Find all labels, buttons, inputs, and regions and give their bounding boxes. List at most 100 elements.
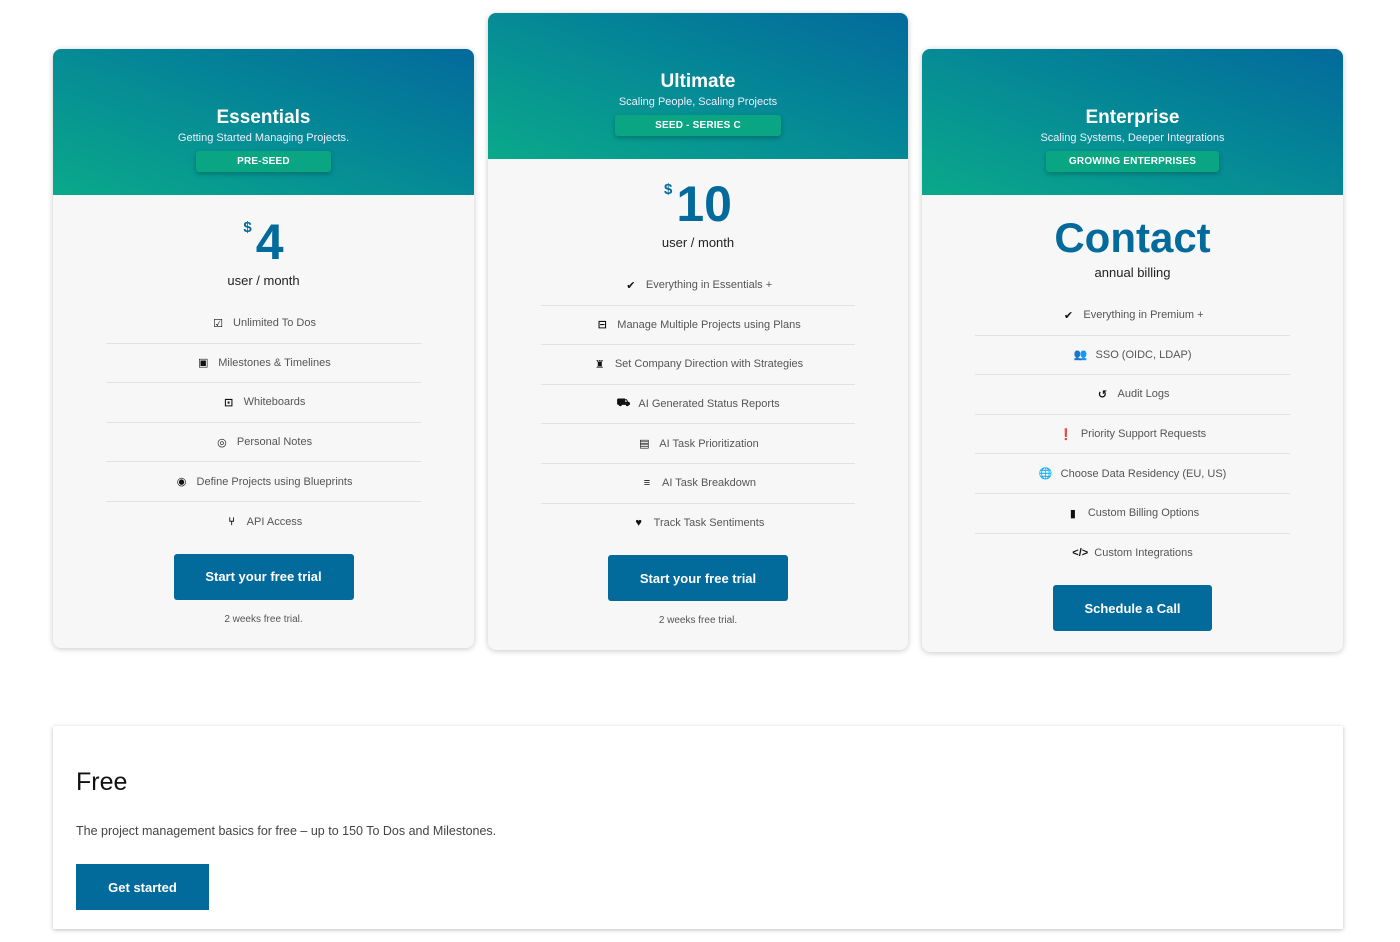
feature-label: Choose Data Residency (EU, US) [1060, 467, 1227, 480]
plan-card-enterprise: Enterprise Scaling Systems, Deeper Integ… [922, 49, 1343, 652]
feature-item: ▮ Custom Billing Options [975, 494, 1290, 534]
feature-label: API Access [246, 515, 303, 528]
feature-label: Track Task Sentiments [653, 517, 765, 530]
feature-label: Whiteboards [243, 396, 306, 409]
chess-icon: ♜ [594, 358, 605, 371]
feature-list: ☑ Unlimited To Dos ▣ Milestones & Timelines… [106, 304, 421, 542]
free-plan-title: Free [76, 768, 128, 796]
feature-label: Audit Logs [1117, 388, 1170, 401]
price-currency: $ [664, 181, 673, 198]
exclamation-circle-icon: ❗ [1058, 428, 1073, 441]
feature-item: ♜ Set Company Direction with Strategies [541, 345, 855, 385]
plan-header: Ultimate Scaling People, Scaling Project… [488, 13, 908, 159]
trial-note: 2 weeks free trial. [658, 615, 738, 627]
code-icon: </> [1072, 547, 1089, 560]
free-plan-description: The project management basics for free –… [76, 824, 497, 838]
checklist-icon: ☑ [213, 317, 223, 330]
feature-item: ⊡ Whiteboards [106, 383, 421, 423]
plan-subtitle: Scaling Systems, Deeper Integrations [1040, 132, 1225, 144]
feature-label: Personal Notes [236, 436, 313, 449]
plan-card-ultimate: Ultimate Scaling People, Scaling Project… [488, 13, 908, 650]
feature-item: ✔ Everything in Premium + [975, 296, 1290, 336]
feature-item: ⑂ API Access [106, 502, 421, 542]
feature-label: Define Projects using Blueprints [196, 475, 353, 488]
feature-item: ⛟ AI Generated Status Reports [541, 385, 855, 425]
price-currency: $ [243, 219, 252, 236]
start-free-trial-button[interactable]: Start your free trial [173, 553, 354, 600]
plan-badge: SEED - SERIES C [615, 115, 781, 136]
git-branch-icon: ⑂ [228, 515, 235, 528]
feature-label: Custom Integrations [1094, 547, 1193, 560]
truck-robot-icon: ⛟ [616, 397, 631, 410]
feature-label: AI Task Prioritization [659, 437, 759, 450]
feature-label: AI Generated Status Reports [638, 398, 780, 411]
plan-badge: GROWING ENTERPRISES [1046, 151, 1219, 172]
plan-header: Essentials Getting Started Managing Proj… [53, 49, 474, 195]
plan-header: Enterprise Scaling Systems, Deeper Integ… [922, 49, 1343, 195]
check-icon: ✔ [1063, 309, 1074, 322]
price-amount: 10 [676, 176, 732, 232]
feature-item: ≡ AI Task Breakdown [541, 464, 855, 504]
feature-label: Priority Support Requests [1080, 428, 1207, 441]
invoice-dollar-icon: ▮ [1069, 507, 1076, 520]
feature-label: AI Task Breakdown [662, 477, 756, 490]
feature-label: Everything in Premium + [1083, 309, 1204, 322]
plan-badge: PRE-SEED [196, 151, 331, 172]
feature-item: ↺ Audit Logs [975, 375, 1290, 415]
feature-item: ◉ Define Projects using Blueprints [106, 462, 421, 502]
file-icon: ▤ [639, 438, 650, 451]
briefcase-icon: ⊟ [597, 319, 607, 332]
plan-title: Ultimate [660, 71, 736, 92]
feature-label: Set Company Direction with Strategies [614, 358, 804, 371]
trial-note: 2 weeks free trial. [224, 613, 303, 625]
feature-item: ⊟ Manage Multiple Projects using Plans [541, 306, 855, 346]
globe-icon: 🌐 [1038, 468, 1053, 481]
eye-icon: ◉ [176, 476, 187, 489]
price-period: user / month [661, 235, 735, 250]
feature-label: Unlimited To Dos [233, 317, 316, 330]
calendar-check-icon: ▣ [198, 357, 209, 370]
price-block: Contact annual billing [922, 195, 1343, 281]
presentation-icon: ⊡ [224, 396, 234, 409]
billing-period: annual billing [1094, 265, 1171, 280]
start-free-trial-button[interactable]: Start your free trial [608, 555, 788, 602]
feature-item: ◎ Personal Notes [106, 423, 421, 463]
feature-label: Milestones & Timelines [218, 356, 331, 369]
feature-label: SSO (OIDC, LDAP) [1095, 348, 1192, 361]
plan-title: Essentials [216, 107, 311, 128]
feature-item: ▣ Milestones & Timelines [106, 344, 421, 384]
price: $ 10 [488, 177, 908, 231]
price: $ 4 [53, 215, 474, 269]
feature-item: 👥 SSO (OIDC, LDAP) [975, 336, 1290, 376]
schedule-call-button[interactable]: Schedule a Call [1053, 585, 1212, 632]
feature-item: ♥ Track Task Sentiments [541, 504, 855, 544]
plan-card-essentials: Essentials Getting Started Managing Proj… [53, 49, 474, 648]
check-icon: ✔ [626, 279, 636, 292]
user-lock-icon: 👥 [1073, 349, 1088, 362]
plan-title: Enterprise [1085, 107, 1180, 128]
feature-label: Custom Billing Options [1087, 507, 1200, 520]
feature-item: ▤ AI Task Prioritization [541, 424, 855, 464]
history-icon: ↺ [1097, 388, 1108, 401]
feature-item: ☑ Unlimited To Dos [106, 304, 421, 344]
feature-item: 🌐 Choose Data Residency (EU, US) [975, 454, 1290, 494]
feature-item: </> Custom Integrations [975, 534, 1290, 574]
feature-list: ✔ Everything in Premium + 👥 SSO (OIDC, LDAP… [975, 296, 1290, 573]
feature-label: Manage Multiple Projects using Plans [617, 318, 801, 331]
hand-heart-icon: ♥ [635, 517, 642, 530]
price-amount: 4 [255, 214, 284, 270]
plan-subtitle: Getting Started Managing Projects. [177, 132, 350, 144]
contact-label: Contact [1054, 214, 1211, 261]
free-plan-card: Free The project management basics for f… [53, 726, 1343, 929]
feature-item: ❗ Priority Support Requests [975, 415, 1290, 455]
target-icon: ◎ [217, 436, 227, 449]
feature-list: ✔ Everything in Essentials + ⊟ Manage Multi… [541, 266, 855, 543]
feature-item: ✔ Everything in Essentials + [541, 266, 855, 306]
plan-subtitle: Scaling People, Scaling Projects [618, 96, 778, 108]
bars-icon: ≡ [643, 477, 651, 490]
price-block: $ 4 user / month [53, 195, 474, 288]
price-period: user / month [227, 273, 300, 288]
get-started-button[interactable]: Get started [76, 864, 209, 910]
price-block: $ 10 user / month [488, 159, 908, 250]
feature-label: Everything in Essentials + [645, 279, 773, 292]
